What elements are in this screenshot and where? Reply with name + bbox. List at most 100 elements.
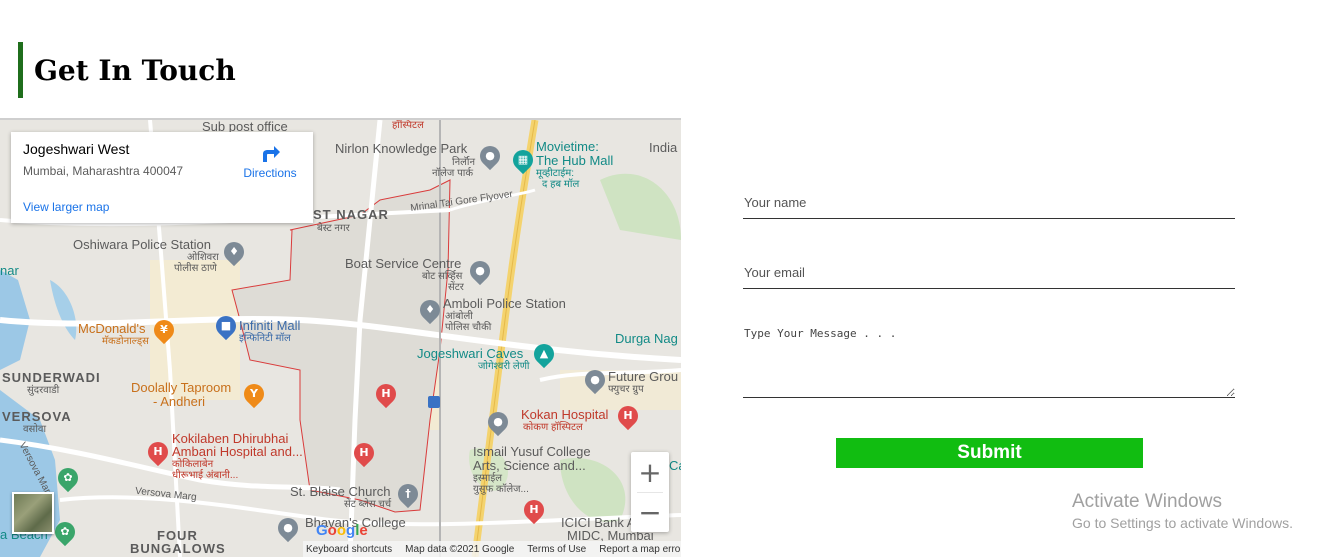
- map-label-ismail-local2: युसुफ कॉलेज...: [473, 484, 529, 495]
- map-label-best-nagar-local: बेस्ट नगर: [317, 223, 350, 234]
- zoom-divider: [637, 492, 663, 493]
- map-label-nirlon-local2: नॉलेज पार्क: [432, 168, 474, 179]
- embedded-map[interactable]: Sub post office हॉस्पिटल Nirlon Knowledg…: [0, 118, 681, 557]
- map-label-best-nagar: ST NAGAR: [313, 207, 389, 222]
- watermark-title: Activate Windows: [1072, 491, 1222, 512]
- directions-arrow-icon: [263, 146, 280, 162]
- map-label-hospital-top: हॉस्पिटल: [392, 120, 424, 131]
- map-label-ma-right: Ca: [669, 458, 681, 473]
- report-map-error-link[interactable]: Report a map error: [599, 544, 681, 555]
- map-label-amboli-local2: पोलिस चौकी: [445, 322, 492, 333]
- map-label-infiniti-local: इन्फिनिटी मॉल: [239, 333, 291, 344]
- map-label-ismail-local: इस्माईल: [473, 473, 503, 484]
- view-larger-map-link[interactable]: View larger map: [23, 200, 109, 214]
- map-bus-stop-icon: [428, 396, 440, 408]
- directions-label: Directions: [243, 166, 297, 180]
- keyboard-shortcuts-link[interactable]: Keyboard shortcuts: [306, 544, 392, 555]
- map-label-bungalows: BUNGALOWS: [130, 541, 226, 556]
- map-label-hub-mall: The Hub Mall: [536, 153, 614, 168]
- map-label-mcdonalds: McDonald's: [78, 321, 146, 336]
- map-pin-hospital-3[interactable]: H: [519, 495, 549, 525]
- map-label-kokilaben-2: Ambani Hospital and...: [172, 444, 303, 459]
- map-pin-kokilaben[interactable]: H: [143, 437, 173, 467]
- map-label-future-group: Future Grou: [608, 369, 679, 384]
- map-pin-hospital-1[interactable]: H: [371, 379, 401, 409]
- map-label-nirlon: Nirlon Knowledge Park: [335, 141, 468, 156]
- map-label-st-blaise: St. Blaise Church: [290, 484, 391, 499]
- name-field-wrap: [743, 192, 1235, 219]
- map-pin-infiniti-mall[interactable]: ■: [211, 311, 241, 341]
- map-label-ismail-2: Arts, Science and...: [473, 458, 586, 473]
- map-label-boat-local2: सेंटर: [448, 282, 464, 293]
- name-input[interactable]: [743, 192, 1235, 219]
- map-label-infiniti-mall: Infiniti Mall: [239, 318, 301, 333]
- map-label-versova-local: वसोवा: [23, 424, 47, 435]
- map-label-kokan-local: कोकण हॉस्पिटल: [523, 422, 583, 433]
- map-pin-movietime[interactable]: ▦: [508, 145, 538, 175]
- map-label-versova: VERSOVA: [2, 409, 72, 424]
- info-card-title: Jogeshwari West: [23, 141, 130, 157]
- map-data-text: Map data ©2021 Google: [405, 543, 515, 555]
- map-label-nirlon-local: निर्लॉन: [452, 157, 476, 168]
- map-pin-future-group[interactable]: ●: [580, 365, 610, 395]
- map-pin-amboli-police[interactable]: ♦: [415, 295, 445, 325]
- map-label-jogeshwari-caves: Jogeshwari Caves: [417, 346, 524, 361]
- map-label-sunderwadi-local: सुंदरवाडी: [27, 385, 60, 396]
- email-input[interactable]: [743, 262, 1235, 289]
- map-label-sunderwadi: SUNDERWADI: [2, 370, 101, 385]
- map-label-future-local: फ्युचर ग्रुप: [608, 384, 644, 395]
- map-label-oshiwara-local2: पोलीस ठाणे: [174, 263, 217, 274]
- activate-windows-watermark: Activate Windows Go to Settings to activ…: [1072, 491, 1293, 532]
- map-pin-st-blaise[interactable]: †: [393, 479, 423, 509]
- map-label-doolally-2: - Andheri: [153, 394, 206, 409]
- message-textarea[interactable]: [743, 326, 1235, 398]
- map-pin-bhavans[interactable]: ●: [273, 513, 303, 543]
- map-label-ismail: Ismail Yusuf College: [473, 444, 591, 459]
- map-pin-hospital-2[interactable]: H: [349, 438, 379, 468]
- map-label-kokan-hospital: Kokan Hospital: [521, 407, 609, 422]
- zoom-out-button[interactable]: −: [631, 492, 669, 532]
- map-pin-oshiwara-police[interactable]: ♦: [219, 237, 249, 267]
- map-label-doolally: Doolally Taproom: [131, 380, 232, 395]
- zoom-in-button[interactable]: +: [631, 452, 669, 492]
- terms-of-use-link[interactable]: Terms of Use: [527, 544, 586, 555]
- zoom-controls: + −: [631, 452, 669, 532]
- map-label-caves-local: जोगेश्वरी लेणी: [478, 361, 530, 372]
- map-pin-park[interactable]: ✿: [53, 463, 83, 493]
- heading-accent-bar: Get In Touch: [18, 42, 236, 98]
- submit-button[interactable]: Submit: [836, 438, 1143, 468]
- map-label-durga-nagar: Durga Nag: [615, 331, 678, 346]
- map-pin-kokan-hospital[interactable]: H: [613, 401, 643, 431]
- google-logo: Google: [316, 522, 368, 539]
- map-label-st-blaise-local: सेंट ब्लेस चर्च: [344, 499, 392, 510]
- email-field-wrap: [743, 262, 1235, 289]
- map-pin-boat-service[interactable]: ●: [465, 256, 495, 286]
- map-label-nagar-left: nar: [0, 263, 19, 278]
- map-pin-college[interactable]: ●: [483, 407, 513, 437]
- map-info-card: Jogeshwari West Mumbai, Maharashtra 4000…: [11, 132, 313, 223]
- map-label-boat-local: बोट सर्व्हिस: [422, 271, 463, 282]
- directions-button[interactable]: Directions: [239, 142, 301, 180]
- map-pin-jogeshwari-caves[interactable]: ▲: [529, 339, 559, 369]
- map-label-oshiwara-local: ओशिवरा: [187, 252, 219, 263]
- map-label-hub-mall-local: द हब मॉल: [542, 179, 580, 190]
- map-label-movietime-local: मूव्हीटाईम:: [536, 168, 575, 179]
- message-field-wrap: [743, 326, 1235, 402]
- map-pin-doolally[interactable]: Y: [239, 379, 269, 409]
- satellite-toggle-thumbnail[interactable]: [12, 492, 54, 534]
- watermark-subtitle: Go to Settings to activate Windows.: [1072, 515, 1293, 531]
- map-label-india: India: [649, 140, 678, 155]
- map-label-kokilaben-local: कोकिलाबेन: [172, 459, 214, 470]
- map-pin-mcdonalds[interactable]: ¥: [149, 315, 179, 345]
- page-title: Get In Touch: [34, 53, 236, 87]
- map-label-amboli-local: आंबोली: [445, 311, 473, 322]
- map-pin-nirlon[interactable]: ●: [475, 141, 505, 171]
- map-label-mcdonalds-local: मॅकडोनाल्ड्स: [102, 336, 149, 347]
- map-label-boat-service: Boat Service Centre: [345, 256, 462, 271]
- info-card-address: Mumbai, Maharashtra 400047: [23, 164, 184, 178]
- map-label-amboli-police: Amboli Police Station: [443, 296, 566, 311]
- map-label-movietime: Movietime:: [536, 139, 599, 154]
- map-label-oshiwara-police: Oshiwara Police Station: [73, 237, 212, 252]
- map-label-kokilaben-local2: धीरूभाई अंबानी...: [172, 470, 239, 481]
- map-pin-beach-park[interactable]: ✿: [50, 517, 80, 547]
